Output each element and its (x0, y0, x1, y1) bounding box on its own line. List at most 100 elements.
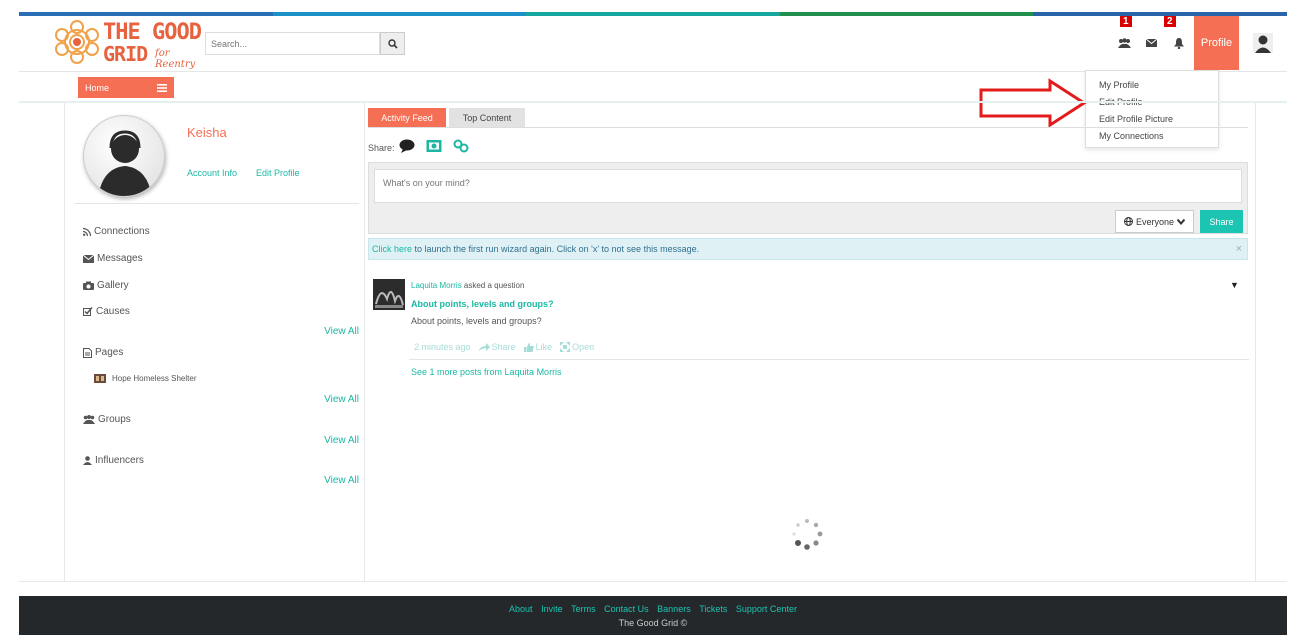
middle-column-border (364, 103, 365, 581)
footer-link-contact-us[interactable]: Contact Us (604, 604, 649, 614)
home-label: Home (85, 82, 110, 93)
audience-label: Everyone (1135, 216, 1175, 227)
messages-nav-button[interactable] (1138, 16, 1165, 70)
post-author-link[interactable]: Laquita Morris (411, 281, 462, 290)
hamburger-icon (157, 83, 167, 92)
notifications-nav-button[interactable]: 2 (1164, 16, 1192, 70)
close-icon[interactable]: × (1236, 243, 1242, 255)
pages-view-all-link[interactable]: View All (324, 394, 359, 405)
tab-top-content[interactable]: Top Content (449, 108, 525, 127)
envelope-icon (1146, 39, 1157, 47)
copyright: The Good Grid © (618, 618, 688, 628)
sidebar-item-messages[interactable]: Messages (83, 253, 143, 264)
causes-view-all-link[interactable]: View All (324, 326, 359, 337)
footer-link-tickets[interactable]: Tickets (699, 604, 727, 614)
footer-link-banners[interactable]: Banners (657, 604, 691, 614)
notice-text: to launch the first run wizard again. Cl… (412, 244, 700, 254)
profile-menu-button[interactable]: Profile (1194, 16, 1239, 70)
footer-links: About Invite Terms Contact Us Banners Ti… (19, 604, 1287, 614)
left-column-border (64, 103, 65, 581)
share-button[interactable]: Share (1200, 210, 1243, 233)
expand-icon (560, 342, 571, 352)
footer-link-invite[interactable]: Invite (541, 604, 563, 614)
influencers-view-all-link[interactable]: View All (324, 475, 359, 486)
page-item-hope-homeless-shelter[interactable]: Hope Homeless Shelter (94, 374, 196, 383)
sidebar-item-label: Pages (95, 347, 124, 358)
first-run-notice: Click here to launch the first run wizar… (368, 238, 1248, 260)
search-button[interactable] (380, 32, 405, 55)
page-thumbnail-icon (94, 374, 106, 383)
post-divider (409, 359, 1249, 360)
logo-tagline: for Reentry (155, 48, 196, 70)
sidebar-item-label: Messages (97, 253, 143, 264)
post-author-avatar[interactable] (373, 279, 405, 310)
menu-item-my-profile[interactable]: My Profile (1086, 77, 1218, 94)
menu-item-my-connections[interactable]: My Connections (1086, 128, 1218, 145)
sidebar-item-gallery[interactable]: Gallery (83, 280, 129, 291)
chevron-down-icon (1177, 218, 1186, 225)
footer-link-terms[interactable]: Terms (571, 604, 596, 614)
top-navbar: THE GOOD GRID for Reentry 1 2 Profile (19, 16, 1287, 72)
checkbox-icon (83, 307, 93, 316)
sidebar-item-label: Causes (96, 306, 130, 317)
post-options-caret-icon[interactable]: ▼ (1230, 280, 1239, 290)
badge-1: 1 (1120, 16, 1132, 27)
bell-icon (1173, 37, 1184, 49)
home-bar-divider (19, 101, 1287, 103)
post-share-button[interactable]: Share (478, 342, 516, 352)
post-meta: 2 minutes ago Share Like Open (414, 342, 594, 352)
post-composer: Everyone Share (368, 162, 1248, 234)
sidebar-item-connections[interactable]: Connections (83, 226, 150, 237)
footer-link-about[interactable]: About (509, 604, 533, 614)
page-item-label: Hope Homeless Shelter (112, 374, 197, 383)
post-action-text: asked a question (461, 281, 525, 290)
author-photo-icon (373, 279, 405, 310)
edit-profile-link[interactable]: Edit Profile (256, 168, 300, 178)
comment-icon (399, 139, 415, 153)
profile-name: Keisha (187, 125, 227, 140)
home-menu-button[interactable]: Home (78, 77, 174, 98)
post-open-button[interactable]: Open (560, 342, 594, 352)
share-status-button[interactable] (399, 139, 415, 155)
user-avatar-icon (1253, 33, 1273, 53)
groups-nav-button[interactable]: 1 (1111, 16, 1138, 70)
search-input[interactable] (205, 32, 380, 55)
account-info-link[interactable]: Account Info (187, 168, 237, 178)
groups-view-all-link[interactable]: View All (324, 435, 359, 446)
post-like-label: Like (535, 342, 553, 352)
footer: About Invite Terms Contact Us Banners Ti… (19, 596, 1287, 635)
sidebar-item-influencers[interactable]: Influencers (83, 455, 144, 466)
share-link-button[interactable] (453, 139, 469, 155)
avatar[interactable] (1239, 16, 1287, 70)
logo-text-bottom: GRID (103, 42, 148, 66)
sidebar-divider (75, 203, 359, 204)
sidebar-item-label: Groups (98, 414, 131, 425)
logo[interactable]: THE GOOD GRID for Reentry (51, 18, 202, 70)
right-column-border (1255, 103, 1256, 581)
flower-logo-icon (55, 20, 99, 64)
tab-activity-feed[interactable]: Activity Feed (368, 108, 446, 127)
menu-item-edit-profile-picture[interactable]: Edit Profile Picture (1086, 111, 1218, 128)
sidebar-item-causes[interactable]: Causes (83, 306, 130, 317)
post-like-button[interactable]: Like (523, 342, 553, 352)
post-timestamp[interactable]: 2 minutes ago (414, 342, 471, 352)
content-bottom-border (19, 581, 1287, 582)
status-textarea[interactable] (374, 169, 1242, 203)
post-share-label: Share (491, 342, 516, 352)
see-more-posts-link[interactable]: See 1 more posts from Laquita Morris (411, 367, 562, 377)
rss-icon (83, 227, 91, 236)
groups-icon (1118, 38, 1131, 48)
sidebar-item-pages[interactable]: Pages (83, 347, 123, 358)
sidebar-item-groups[interactable]: Groups (83, 414, 131, 425)
share-label: Share: (368, 143, 395, 153)
audience-select[interactable]: Everyone (1115, 210, 1194, 233)
sidebar-item-label: Influencers (95, 455, 144, 466)
first-run-wizard-link[interactable]: Click here (372, 244, 412, 254)
post-title-link[interactable]: About points, levels and groups? (411, 299, 554, 309)
post-open-label: Open (572, 342, 595, 352)
footer-link-support-center[interactable]: Support Center (736, 604, 797, 614)
share-arrow-icon (478, 343, 490, 351)
share-photo-button[interactable] (426, 139, 442, 155)
page-icon (83, 347, 92, 358)
profile-avatar[interactable] (83, 115, 165, 197)
